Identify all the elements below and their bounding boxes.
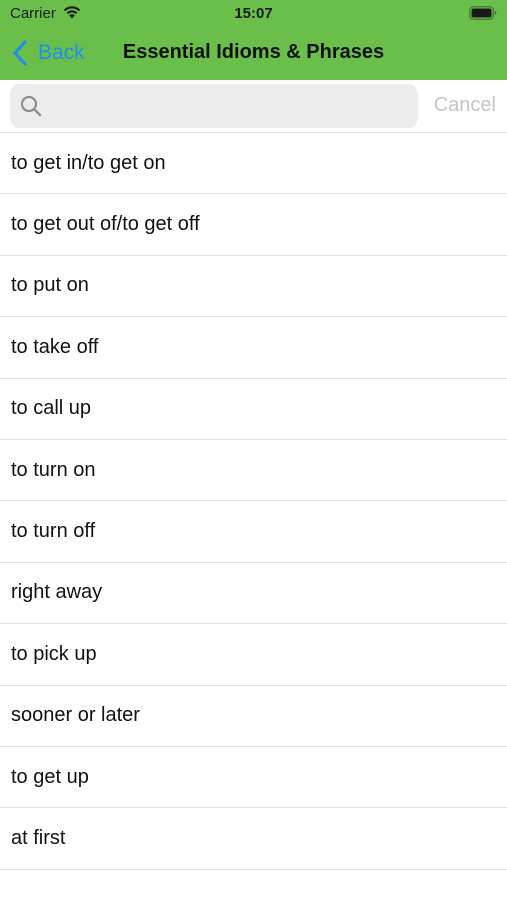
list-item-label: at first [11, 826, 66, 849]
search-field[interactable] [10, 84, 418, 130]
list-item-label: sooner or later [11, 704, 140, 727]
list-item-label: to pick up [11, 642, 97, 665]
page-title: Essential Idioms & Phrases [122, 41, 385, 63]
list-item[interactable]: to pick up [0, 624, 507, 686]
list-item[interactable]: to turn off [0, 501, 507, 563]
list-item[interactable]: right away [0, 563, 507, 625]
list-item[interactable]: to get out of/to get off [0, 194, 507, 256]
cancel-button[interactable]: Cancel [434, 94, 496, 117]
status-bar: Carrier 15:07 [0, 0, 507, 28]
list-item[interactable]: to get in/to get on [0, 133, 507, 195]
list-item-label: to get in/to get on [11, 151, 166, 174]
list-item[interactable]: sooner or later [0, 686, 507, 747]
list-item[interactable]: to get up [0, 747, 507, 809]
list-item[interactable]: to put on [0, 256, 507, 318]
list-item[interactable]: at first [0, 808, 507, 870]
list-item[interactable]: to take off [0, 317, 507, 379]
search-bar: Cancel [0, 80, 507, 132]
list-item-label: to put on [11, 274, 89, 297]
list-item-label: to turn off [11, 520, 96, 543]
list-item-label: right away [11, 581, 103, 604]
list-item-label: to take off [11, 335, 99, 358]
list-item-label: to call up [11, 397, 92, 420]
battery-icon [469, 6, 497, 20]
navigation-bar: Back Essential Idioms & Phrases [0, 28, 507, 80]
list-item-label: to get out of/to get off [11, 213, 200, 236]
status-time: 15:07 [234, 5, 273, 22]
list-item-label: to get up [11, 765, 89, 788]
idiom-list: to get in/to get on to get out of/to get… [0, 132, 507, 870]
search-icon [20, 95, 42, 117]
list-item-label: to turn on [11, 458, 96, 481]
list-item[interactable]: to call up [0, 379, 507, 440]
list-item[interactable]: to turn on [0, 440, 507, 502]
search-input[interactable] [50, 84, 414, 130]
